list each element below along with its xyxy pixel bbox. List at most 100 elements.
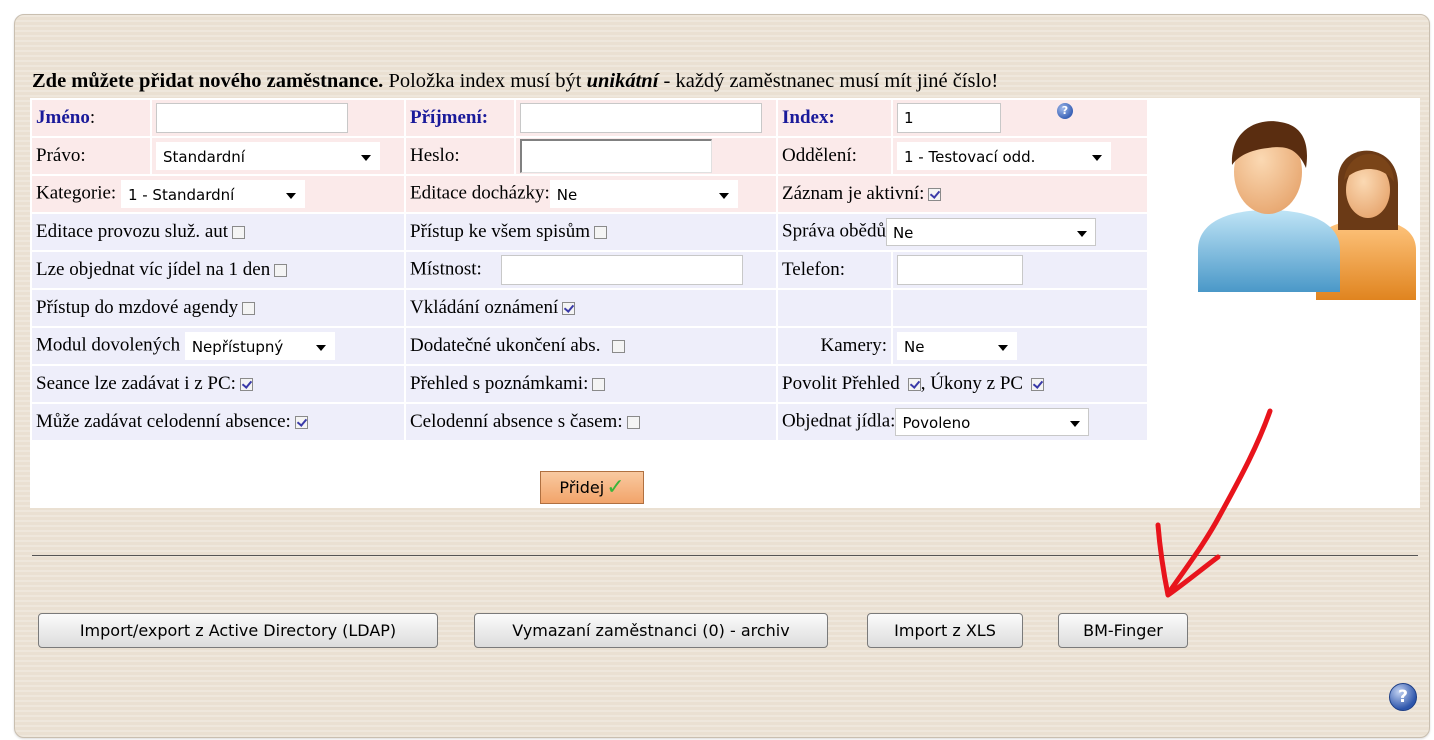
heslo-input[interactable] [520,139,712,173]
celodenni-checkbox[interactable] [294,416,308,430]
objednat-jidla-cell: Objednat jídla: Povoleno [778,404,1147,440]
index-input[interactable]: 1 [897,103,1001,133]
chevron-down-icon [998,345,1008,351]
sprava-obedu-label: Správa obědů [782,220,886,242]
telefon-input[interactable] [897,255,1023,285]
vkladani-oznameni-cell: Vkládání oznámení [406,290,776,326]
celodenni-cas-cell: Celodenní absence s časem: [406,404,776,440]
editace-dochazky-select-value: Ne [556,186,578,204]
empty-cell-2 [893,290,1147,326]
bm-finger-button[interactable]: BM-Finger [1058,613,1188,648]
ldap-import-export-button[interactable]: Import/export z Active Directory (LDAP) [38,613,438,648]
editace-provozu-label: Editace provozu služ. aut [36,221,229,242]
chevron-down-icon [718,193,729,199]
mistnost-input[interactable] [500,255,743,285]
empty-cell-1 [778,290,891,326]
kamery-select[interactable]: Ne [897,332,1017,360]
pravo-select-value: Standardní [163,148,245,166]
pristup-spisy-cell: Přístup ke všem spisům [406,214,776,250]
sprava-obedu-select[interactable]: Ne [885,218,1096,246]
kategorie-select-value: 1 - Standardní [127,186,235,204]
telefon-label: Telefon: [782,259,846,280]
heslo-input-cell [516,138,776,174]
intro-rest: - každý zaměstnanec musí mít jiné číslo! [658,70,999,92]
jmeno-input[interactable] [156,103,348,133]
ukony-label: Úkony z PC [930,373,1024,394]
mistnost-cell: Místnost: [406,252,776,288]
telefon-input-cell [893,252,1147,288]
kamery-select-value: Ne [904,338,925,356]
editace-dochazky-label: Editace docházky: [410,182,550,204]
pravo-label: Právo: [36,145,86,166]
mzdova-agenda-label: Přístup do mzdové agendy [36,297,239,318]
dodatecne-ukonceni-checkbox[interactable] [612,340,626,354]
dodatecne-ukonceni-label: Dodatečné ukončení abs. [410,335,601,356]
heslo-label: Heslo: [410,145,460,166]
objednat-jidla-select-value: Povoleno [902,414,971,432]
sprava-obedu-cell: Správa obědů Ne [778,214,1147,250]
prijmeni-label: Příjmení: [410,107,489,128]
deleted-employees-archive-button[interactable]: Vymazaní zaměstnanci (0) - archiv [474,613,828,648]
prijmeni-input-cell [516,100,776,136]
chevron-down-icon [285,193,296,199]
form-row-4: Editace provozu služ. aut Přístup ke vše… [32,214,1147,250]
ukony-checkbox[interactable] [1031,378,1045,392]
chevron-down-icon [315,345,326,351]
objednat-jidla-label: Objednat jídla: [782,410,896,432]
modul-dovolenych-select-value: Nepřístupný [191,338,284,356]
prijmeni-input[interactable] [520,103,762,133]
povolit-prehled-label: Povolit Přehled [782,373,900,394]
index-label: Index: [782,107,835,128]
dodatecne-ukonceni-cell: Dodatečné ukončení abs. [406,328,776,364]
intro-text: Zde můžete přidat nového zaměstnance. Po… [32,70,998,93]
telefon-label-cell: Telefon: [778,252,891,288]
editace-dochazky-select[interactable]: Ne [549,180,738,208]
jmeno-colon: : [89,107,96,128]
intro-bold: Zde můžete přidat nového zaměstnance. [32,70,384,92]
chevron-down-icon [361,155,371,161]
celodenni-cas-checkbox[interactable] [626,416,640,430]
vkladani-oznameni-checkbox[interactable] [562,302,576,316]
objednat-jidla-select[interactable]: Povoleno [895,408,1090,436]
mzdova-agenda-checkbox[interactable] [242,302,256,316]
jmeno-label-cell: Jméno: [32,100,150,136]
index-help-icon[interactable]: ? [1057,103,1073,119]
seance-cell: Seance lze zadávat i z PC: [32,366,404,402]
help-icon[interactable]: ? [1389,683,1417,711]
kategorie-select[interactable]: 1 - Standardní [120,180,305,208]
modul-dovolenych-label: Modul dovolených [36,334,181,356]
chevron-down-icon [1092,155,1102,161]
editace-provozu-checkbox[interactable] [232,226,246,240]
form-row-1: Jméno: Příjmení: Index: 1? [32,100,1147,136]
heslo-label-cell: Heslo: [406,138,514,174]
seance-checkbox[interactable] [239,378,253,392]
sprava-obedu-select-value: Ne [892,224,914,242]
comma-separator: , [920,373,926,394]
vic-jidel-checkbox[interactable] [274,264,288,278]
pravo-label-cell: Právo: [32,138,150,174]
form-table: Jméno: Příjmení: Index: 1? Právo: Standa… [30,98,1149,442]
kamery-label: Kamery: [820,335,887,356]
celodenni-cas-label: Celodenní absence s časem: [410,411,623,432]
add-button[interactable]: Přidej ✓ [540,471,644,504]
povolit-prehled-checkbox[interactable] [907,378,921,392]
mzdova-agenda-cell: Přístup do mzdové agendy [32,290,404,326]
zaznam-aktivni-checkbox[interactable] [928,188,942,202]
oddeleni-select[interactable]: 1 - Testovací odd. [897,142,1111,170]
seance-label: Seance lze zadávat i z PC: [36,373,236,394]
zaznam-aktivni-label: Záznam je aktivní: [782,183,925,204]
oddeleni-label: Oddělení: [782,145,857,166]
pravo-select[interactable]: Standardní [156,142,380,170]
index-label-cell: Index: [778,100,891,136]
zaznam-aktivni-cell: Záznam je aktivní: [778,176,1147,212]
pristup-spisy-checkbox[interactable] [593,226,607,240]
jmeno-input-cell [152,100,404,136]
prijmeni-label-cell: Příjmení: [406,100,514,136]
modul-dovolenych-select[interactable]: Nepřístupný [184,332,335,360]
import-xls-button[interactable]: Import z XLS [867,613,1023,648]
vic-jidel-label: Lze objednat víc jídel na 1 den [36,259,271,280]
form-row-8: Seance lze zadávat i z PC: Přehled s poz… [32,366,1147,402]
editace-dochazky-cell: Editace docházky: Ne [406,176,776,212]
prehled-poznamky-checkbox[interactable] [592,378,606,392]
kategorie-label: Kategorie: [36,182,117,204]
